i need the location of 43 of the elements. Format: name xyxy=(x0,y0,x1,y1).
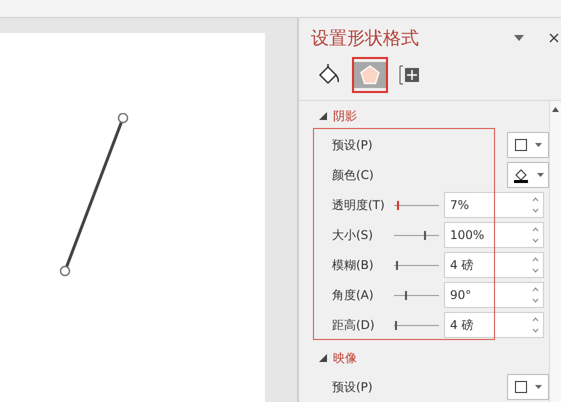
caret-icon xyxy=(536,173,544,177)
field-label: 颜色(C) xyxy=(332,166,375,184)
spin-field[interactable]: 4 磅 xyxy=(444,312,544,338)
paint-bucket-icon xyxy=(512,167,528,183)
slider-thumb[interactable] xyxy=(395,320,398,330)
close-icon[interactable] xyxy=(549,33,559,43)
size-layout-icon xyxy=(398,63,422,87)
spin-field[interactable]: 7% xyxy=(444,192,544,218)
slider-thumb[interactable] xyxy=(397,200,400,210)
scroll-up-icon[interactable] xyxy=(552,107,559,112)
collapse-icon[interactable] xyxy=(319,112,327,120)
spin-field[interactable]: 90° xyxy=(444,282,544,308)
field-label: 距高(D) xyxy=(332,316,376,334)
section-title[interactable]: 映像 xyxy=(333,350,357,366)
slider-thumb[interactable] xyxy=(405,290,408,300)
dropdown-button[interactable] xyxy=(507,132,549,158)
collapse-icon[interactable] xyxy=(319,354,327,362)
dropdown-button[interactable] xyxy=(507,162,549,188)
spin-field[interactable]: 100% xyxy=(444,222,544,248)
square-icon xyxy=(514,381,526,393)
field-label: 模糊(B) xyxy=(332,256,375,274)
field-label: 角度(A) xyxy=(332,286,375,304)
spin-field[interactable]: 4 磅 xyxy=(444,252,544,278)
field-label: 预设(P) xyxy=(332,378,374,396)
spin-arrows-icon[interactable] xyxy=(532,226,539,244)
pane-title: 设置形状格式 xyxy=(311,27,420,50)
square-icon xyxy=(514,139,526,151)
slider-thumb[interactable] xyxy=(424,230,426,240)
section-title[interactable]: 阴影 xyxy=(333,108,357,124)
spin-arrows-icon[interactable] xyxy=(532,286,539,304)
field-label: 预设(P) xyxy=(332,136,374,154)
slider-thumb[interactable] xyxy=(396,260,398,270)
spin-arrows-icon[interactable] xyxy=(532,196,539,214)
pentagon-icon xyxy=(359,64,381,86)
dropdown-icon[interactable] xyxy=(514,35,524,41)
caret-icon xyxy=(534,143,542,147)
scrollbar[interactable] xyxy=(549,101,561,402)
field-label: 大小(S) xyxy=(332,226,374,244)
spin-arrows-icon[interactable] xyxy=(532,256,539,274)
field-label: 透明度(T) xyxy=(332,196,386,214)
spin-arrows-icon[interactable] xyxy=(532,316,539,334)
dropdown-button[interactable] xyxy=(507,374,549,400)
caret-icon xyxy=(534,385,542,389)
